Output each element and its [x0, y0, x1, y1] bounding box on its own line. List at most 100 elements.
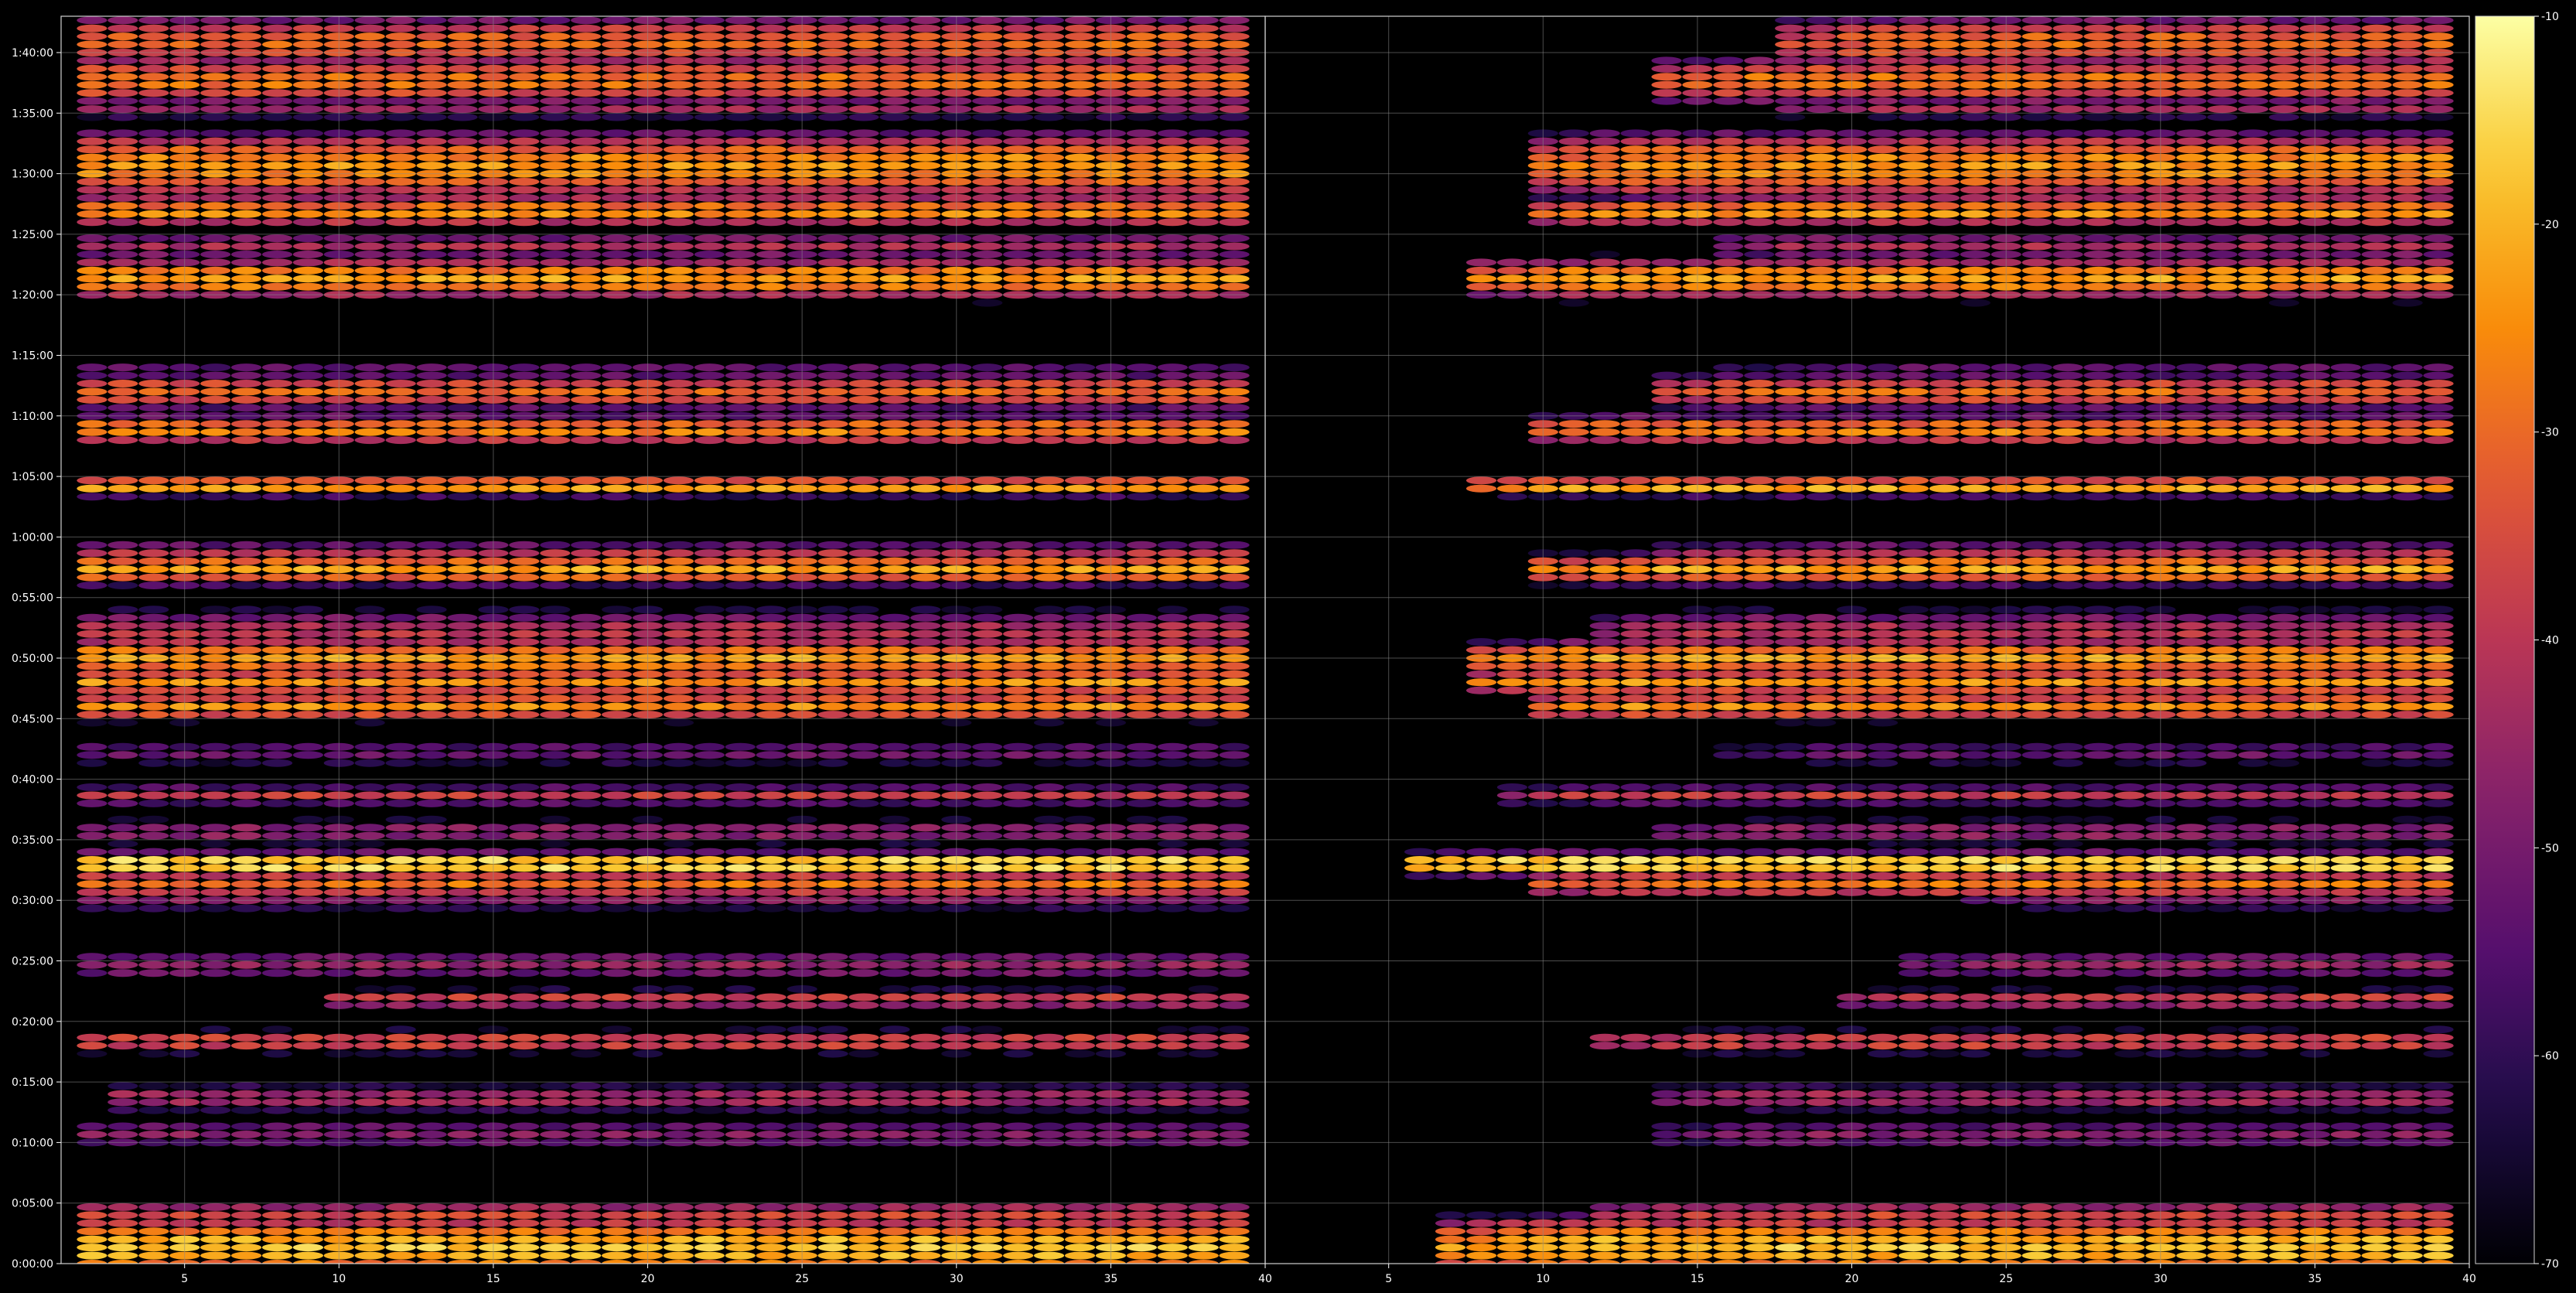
heatmap-cell [694, 16, 725, 25]
heatmap-cell [416, 420, 447, 428]
heatmap-cell [509, 145, 540, 154]
heatmap-cell [540, 484, 571, 493]
heatmap-cell [416, 1033, 447, 1042]
heatmap-cell [107, 275, 138, 283]
heatmap-cell [77, 275, 107, 283]
heatmap-cell [1589, 799, 1620, 807]
heatmap-cell [663, 380, 694, 387]
heatmap-cell [910, 582, 941, 589]
heatmap-cell [910, 1235, 941, 1244]
heatmap-cell [972, 824, 1003, 832]
heatmap-cell [1744, 791, 1775, 800]
heatmap-cell [879, 541, 910, 549]
heatmap-cell [2268, 1090, 2300, 1098]
heatmap-cell [107, 1203, 138, 1211]
heatmap-cell [1713, 824, 1744, 832]
heatmap-cell [416, 856, 447, 864]
heatmap-cell [1003, 622, 1034, 630]
heatmap-cell [848, 702, 879, 711]
heatmap-cell [1589, 1219, 1620, 1227]
heatmap-cell [2052, 993, 2083, 1001]
heatmap-cell [447, 791, 478, 800]
heatmap-cell [756, 1203, 786, 1211]
heatmap-cell [725, 662, 756, 670]
heatmap-cell [1033, 872, 1065, 880]
heatmap-cell [817, 282, 848, 291]
heatmap-cell [1064, 582, 1096, 589]
heatmap-cell [447, 113, 478, 121]
heatmap-cell [571, 1211, 602, 1220]
heatmap-cell [756, 234, 786, 243]
heatmap-cell [200, 541, 231, 549]
heatmap-cell [1929, 1098, 1960, 1107]
heatmap-cell [447, 129, 478, 138]
heatmap-cell [509, 234, 540, 243]
heatmap-cell [540, 799, 571, 807]
heatmap-cell [261, 137, 293, 145]
heatmap-cell [385, 638, 416, 646]
heatmap-cell [2022, 1122, 2052, 1131]
heatmap-cell [509, 24, 540, 32]
heatmap-cell [509, 1211, 540, 1220]
heatmap-cell [602, 549, 633, 558]
heatmap-cell [1003, 1042, 1034, 1050]
heatmap-cell [2330, 880, 2361, 889]
heatmap-cell [2268, 1042, 2300, 1050]
heatmap-cell [817, 1122, 848, 1131]
heatmap-cell [694, 387, 725, 396]
heatmap-cell [2176, 1090, 2207, 1098]
heatmap-cell [385, 24, 416, 32]
heatmap-cell [416, 282, 447, 291]
heatmap-cell [2176, 1211, 2207, 1220]
heatmap-cell [1033, 662, 1065, 670]
heatmap-cell [2237, 1090, 2269, 1098]
heatmap-cell [725, 872, 756, 880]
heatmap-cell [1806, 1203, 1837, 1211]
heatmap-cell [416, 129, 447, 138]
heatmap-cell [910, 380, 941, 387]
heatmap-cell [2330, 799, 2361, 807]
heatmap-cell [447, 1122, 478, 1131]
heatmap-cell [540, 960, 571, 969]
heatmap-cell [416, 162, 447, 170]
heatmap-cell [910, 105, 941, 114]
heatmap-cell [1033, 129, 1065, 138]
heatmap-cell [230, 40, 262, 49]
heatmap-cell [1188, 799, 1219, 807]
heatmap-cell [879, 1131, 910, 1138]
heatmap-cell [1033, 145, 1065, 154]
heatmap-cell [509, 670, 540, 678]
heatmap-cell [1589, 791, 1620, 800]
heatmap-cell [848, 89, 879, 97]
heatmap-cell [1651, 1219, 1682, 1227]
heatmap-cell [1929, 831, 1960, 840]
heatmap-cell [1033, 1251, 1065, 1260]
heatmap-cell [1003, 1244, 1034, 1252]
heatmap-cell [1960, 1042, 1991, 1050]
heatmap-cell [77, 258, 107, 267]
heatmap-cell [1033, 178, 1065, 186]
heatmap-cell [1188, 791, 1219, 800]
heatmap-cell [292, 428, 323, 436]
heatmap-cell [1003, 1001, 1034, 1009]
heatmap-cell [1465, 1235, 1497, 1244]
heatmap-cell [292, 638, 323, 646]
heatmap-cell [1003, 662, 1034, 670]
heatmap-cell [292, 840, 323, 848]
heatmap-cell [1188, 742, 1219, 751]
heatmap-cell [2022, 1033, 2052, 1042]
heatmap-cell [200, 420, 231, 428]
heatmap-cell [540, 549, 571, 558]
heatmap-cell [879, 16, 910, 25]
heatmap-cell [447, 993, 478, 1001]
heatmap-cell [817, 56, 848, 65]
heatmap-cell [385, 670, 416, 678]
heatmap-cell [2114, 1227, 2145, 1236]
heatmap-cell [694, 476, 725, 485]
heatmap-cell [848, 670, 879, 678]
heatmap-cell [571, 1098, 602, 1107]
heatmap-cell [1064, 1251, 1096, 1260]
heatmap-cell [663, 476, 694, 485]
heatmap-cell [756, 493, 786, 501]
heatmap-cell [540, 258, 571, 267]
